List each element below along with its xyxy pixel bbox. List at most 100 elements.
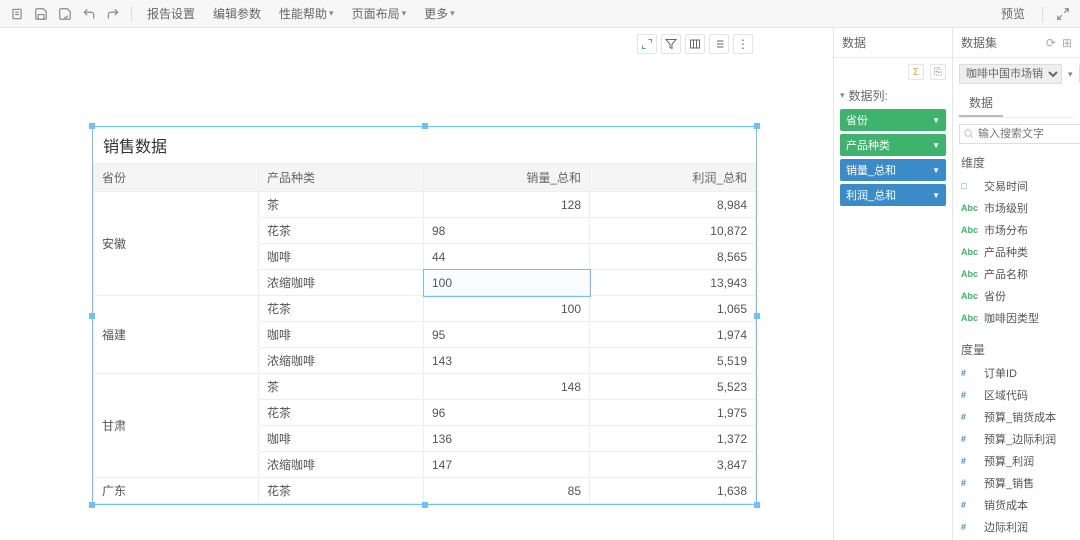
measure-field[interactable]: #销货成本 — [959, 494, 1074, 516]
profit-cell[interactable]: 8,984 — [590, 192, 756, 218]
measure-field[interactable]: #预算_边际利润 — [959, 428, 1074, 450]
column-header[interactable]: 利润_总和 — [590, 164, 756, 192]
profit-cell[interactable]: 10,872 — [590, 218, 756, 244]
category-cell[interactable]: 咖啡 — [259, 426, 424, 452]
resize-handle[interactable] — [754, 313, 760, 319]
profit-cell[interactable]: 5,519 — [590, 348, 756, 374]
field-pill[interactable]: 利润_总和▼ — [840, 184, 946, 206]
measure-group-title: 度量 — [959, 339, 1074, 362]
measure-field[interactable]: #预算_销售 — [959, 472, 1074, 494]
resize-handle[interactable] — [89, 313, 95, 319]
field-pill[interactable]: 省份▼ — [840, 109, 946, 131]
category-cell[interactable]: 花茶 — [259, 478, 424, 504]
dimension-field[interactable]: □交易时间 — [959, 175, 1074, 197]
report-settings-button[interactable]: 报告设置 — [141, 5, 201, 22]
list-icon[interactable] — [709, 34, 729, 54]
profit-cell[interactable]: 1,372 — [590, 426, 756, 452]
column-header[interactable]: 销量_总和 — [424, 164, 590, 192]
profit-cell[interactable]: 3,847 — [590, 452, 756, 478]
resize-handle[interactable] — [89, 502, 95, 508]
field-pill[interactable]: 产品种类▼ — [840, 134, 946, 156]
profit-cell[interactable]: 1,065 — [590, 296, 756, 322]
dimension-field[interactable]: Abc市场级别 — [959, 197, 1074, 219]
value-cell[interactable]: 100 — [424, 296, 590, 322]
resize-handle[interactable] — [89, 123, 95, 129]
category-cell[interactable]: 浓缩咖啡 — [259, 452, 424, 478]
dimension-field[interactable]: Abc省份 — [959, 285, 1074, 307]
category-cell[interactable]: 茶 — [259, 374, 424, 400]
search-input[interactable] — [959, 124, 1080, 144]
category-cell[interactable]: 浓缩咖啡 — [259, 348, 424, 374]
province-cell[interactable]: 安徽 — [94, 192, 259, 296]
more-button[interactable]: 更多▾ — [418, 5, 461, 22]
measure-field[interactable]: #预算_销货成本 — [959, 406, 1074, 428]
province-cell[interactable]: 甘肃 — [94, 374, 259, 478]
fx-icon[interactable]: Σ — [908, 64, 924, 80]
category-cell[interactable]: 花茶 — [259, 296, 424, 322]
dimension-field[interactable]: Abc产品种类 — [959, 241, 1074, 263]
canvas-area[interactable]: ⋮ 销售数据 省份产品种类销量_总和利润_总和 安徽茶1288,984花茶981… — [0, 28, 833, 540]
fullscreen-icon[interactable] — [1054, 5, 1072, 23]
profit-cell[interactable]: 5,523 — [590, 374, 756, 400]
category-cell[interactable]: 花茶 — [259, 218, 424, 244]
widget-mini-toolbar: ⋮ — [637, 34, 753, 54]
value-cell[interactable]: 147 — [424, 452, 590, 478]
resize-handle[interactable] — [754, 123, 760, 129]
dimension-field[interactable]: Abc产品名称 — [959, 263, 1074, 285]
save-icon[interactable] — [32, 5, 50, 23]
save-as-icon[interactable] — [56, 5, 74, 23]
column-header[interactable]: 产品种类 — [259, 164, 424, 192]
category-cell[interactable]: 花茶 — [259, 400, 424, 426]
dimension-field[interactable]: Abc咖啡因类型 — [959, 307, 1074, 329]
format-icon[interactable]: ⎘ — [930, 64, 946, 80]
category-cell[interactable]: 咖啡 — [259, 244, 424, 270]
perf-help-button[interactable]: 性能帮助▾ — [273, 5, 340, 22]
value-cell[interactable]: 95 — [424, 322, 590, 348]
value-cell[interactable]: 100 — [424, 270, 590, 296]
profit-cell[interactable]: 1,638 — [590, 478, 756, 504]
refresh-icon[interactable]: ⟳ — [1046, 36, 1056, 50]
province-cell[interactable]: 广东 — [94, 478, 259, 504]
dimension-field[interactable]: Abc市场分布 — [959, 219, 1074, 241]
value-cell[interactable]: 128 — [424, 192, 590, 218]
profit-cell[interactable]: 1,974 — [590, 322, 756, 348]
value-cell[interactable]: 136 — [424, 426, 590, 452]
category-cell[interactable]: 茶 — [259, 192, 424, 218]
table-row: 安徽茶1288,984 — [94, 192, 756, 218]
value-cell[interactable]: 85 — [424, 478, 590, 504]
measure-field[interactable]: #订单ID — [959, 362, 1074, 384]
profit-cell[interactable]: 13,943 — [590, 270, 756, 296]
value-cell[interactable]: 148 — [424, 374, 590, 400]
table-widget[interactable]: 销售数据 省份产品种类销量_总和利润_总和 安徽茶1288,984花茶9810,… — [92, 126, 757, 505]
value-cell[interactable]: 96 — [424, 400, 590, 426]
value-cell[interactable]: 143 — [424, 348, 590, 374]
preview-button[interactable]: 预览 — [995, 5, 1031, 22]
column-header[interactable]: 省份 — [94, 164, 259, 192]
value-cell[interactable]: 44 — [424, 244, 590, 270]
resize-handle[interactable] — [422, 502, 428, 508]
measure-field[interactable]: #区域代码 — [959, 384, 1074, 406]
db-icon[interactable]: ⊞ — [1062, 36, 1072, 50]
measure-field[interactable]: #边际利润 — [959, 516, 1074, 538]
undo-icon[interactable] — [80, 5, 98, 23]
category-cell[interactable]: 咖啡 — [259, 322, 424, 348]
filter-icon[interactable] — [661, 34, 681, 54]
profit-cell[interactable]: 8,565 — [590, 244, 756, 270]
note-icon[interactable] — [8, 5, 26, 23]
profit-cell[interactable]: 1,975 — [590, 400, 756, 426]
expand-icon[interactable] — [637, 34, 657, 54]
resize-handle[interactable] — [422, 123, 428, 129]
value-cell[interactable]: 98 — [424, 218, 590, 244]
more-vert-icon[interactable]: ⋮ — [733, 34, 753, 54]
page-layout-button[interactable]: 页面布局▾ — [346, 5, 413, 22]
columns-icon[interactable] — [685, 34, 705, 54]
tab-data[interactable]: 数据 — [959, 90, 1003, 117]
dataset-select[interactable]: 咖啡中国市场销 — [959, 64, 1062, 84]
category-cell[interactable]: 浓缩咖啡 — [259, 270, 424, 296]
province-cell[interactable]: 福建 — [94, 296, 259, 374]
measure-field[interactable]: #预算_利润 — [959, 450, 1074, 472]
field-pill[interactable]: 销量_总和▼ — [840, 159, 946, 181]
resize-handle[interactable] — [754, 502, 760, 508]
edit-params-button[interactable]: 编辑参数 — [207, 5, 267, 22]
redo-icon[interactable] — [104, 5, 122, 23]
